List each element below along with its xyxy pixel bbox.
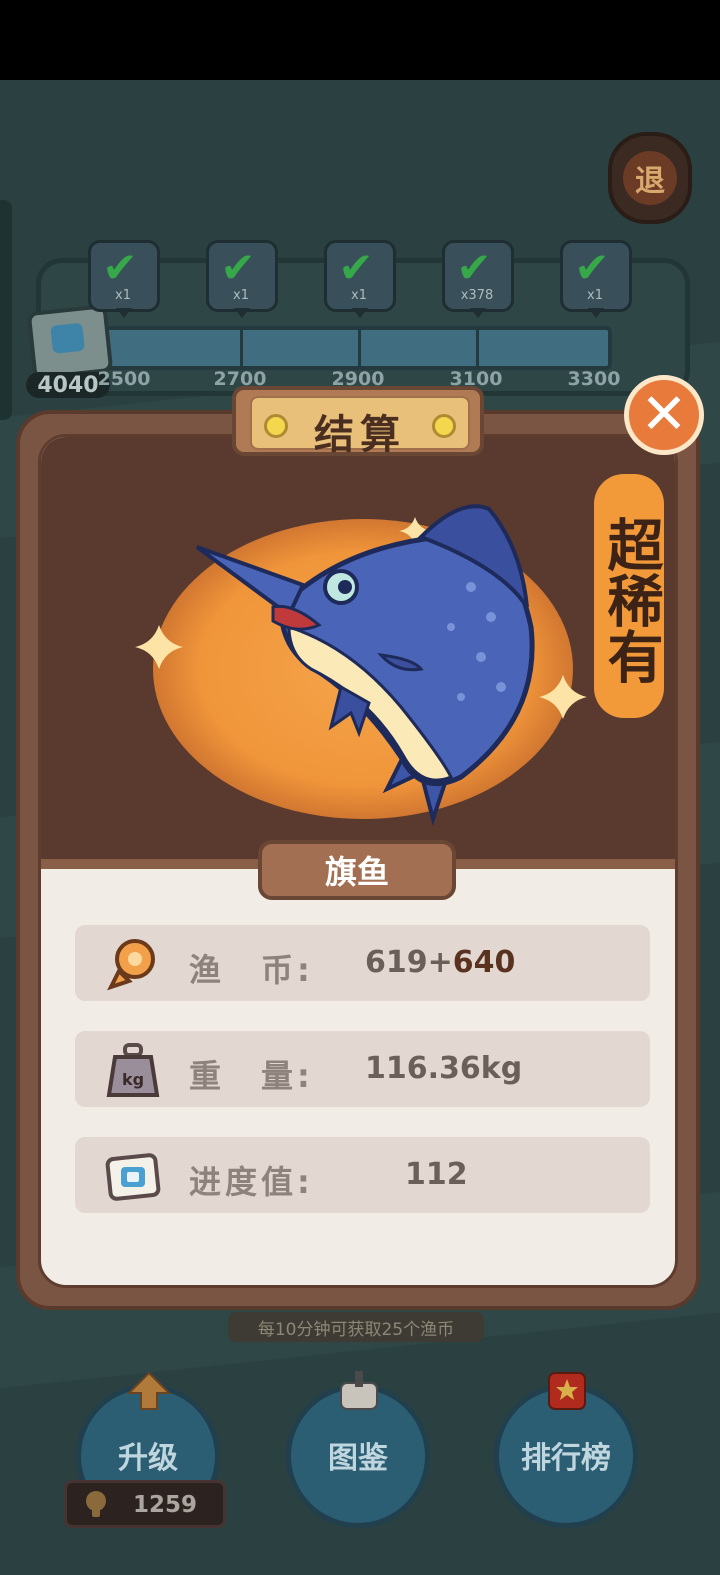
side-drawer-tab[interactable]: [0, 200, 12, 420]
milestone-pointer: [352, 308, 368, 318]
progress-divider: [476, 330, 479, 366]
check-icon: ✔: [456, 243, 492, 292]
reward-multiplier: x1: [233, 288, 249, 303]
coin-base-value: 619+: [365, 945, 453, 980]
reward-multiplier: x1: [587, 288, 603, 303]
dialog-title-plate: 结算: [232, 386, 484, 458]
milestone-pointer: [116, 308, 132, 318]
catalog-button[interactable]: 图鉴: [286, 1371, 430, 1528]
reward-multiplier: x1: [115, 288, 131, 303]
ranking-flag-icon: [545, 1371, 589, 1411]
weight-label: 重 量:: [189, 1057, 314, 1095]
exit-button[interactable]: 退: [608, 132, 692, 224]
coin-reward-row: 渔 币: 619+640: [75, 925, 650, 1001]
rivet-icon: [432, 414, 456, 438]
check-icon: ✔: [220, 243, 256, 292]
progress-fill: [104, 330, 608, 366]
catch-showcase: [41, 437, 675, 869]
sailfish-illustration: [135, 504, 587, 827]
milestone-reward[interactable]: ✔ x1: [88, 240, 160, 322]
close-icon: ✕: [640, 382, 688, 447]
rivet-icon: [264, 414, 288, 438]
status-bar: [0, 0, 720, 80]
progress-divider: [240, 330, 243, 366]
milestone-pointer: [470, 308, 486, 318]
milestone-reward[interactable]: ✔ x1: [324, 240, 396, 322]
milestone-label: 3300: [567, 368, 621, 390]
coin-balance-value: 1259: [133, 1492, 198, 1518]
check-icon: ✔: [574, 243, 610, 292]
rarity-label: 超稀有: [598, 516, 663, 684]
milestone-pointer: [588, 308, 604, 318]
catalog-label: 图鉴: [328, 1441, 388, 1476]
progress-bar: [100, 326, 612, 370]
upgrade-arrow-icon: [126, 1371, 172, 1411]
fish-coin-icon: [81, 1489, 111, 1519]
upgrade-label: 升级: [118, 1441, 178, 1476]
check-icon: ✔: [338, 243, 374, 292]
coin-balance: 1259: [64, 1480, 226, 1528]
ranking-label: 排行榜: [521, 1441, 611, 1476]
dialog-title: 结算: [314, 412, 406, 458]
weight-row: kg 重 量: 116.36kg: [75, 1031, 650, 1107]
progress-value-label: 进度值:: [189, 1163, 314, 1201]
coin-reward-value: 619+640: [365, 945, 515, 980]
fish-coin-icon: [105, 937, 161, 993]
progress-value-row: 进度值: 112: [75, 1137, 650, 1213]
weight-value: 116.36kg: [365, 1051, 523, 1086]
weight-kg-icon: kg: [105, 1043, 161, 1099]
catalog-icon: [337, 1371, 381, 1411]
progress-divider: [358, 330, 361, 366]
close-button[interactable]: ✕: [624, 375, 704, 455]
coin-bonus-value: 640: [452, 945, 516, 980]
svg-text:kg: kg: [122, 1070, 144, 1089]
rarity-badge: 超稀有: [594, 474, 664, 718]
fish-name-plate: 旗鱼: [258, 840, 456, 900]
milestone-pointer: [234, 308, 250, 318]
reward-multiplier: x1: [351, 288, 367, 303]
check-icon: ✔: [102, 243, 138, 292]
milestone-reward[interactable]: ✔ x1: [560, 240, 632, 322]
title-plate-inner: 结算: [250, 396, 470, 458]
milestone-label: 2500: [97, 368, 151, 390]
progress-ticket-icon: [105, 1149, 161, 1205]
milestone-reward[interactable]: ✔ x1: [206, 240, 278, 322]
ranking-button[interactable]: 排行榜: [494, 1372, 638, 1528]
milestone-reward[interactable]: ✔ x378: [442, 240, 514, 322]
reward-multiplier: x378: [460, 288, 494, 303]
exit-label: 退: [623, 151, 677, 205]
coin-timer-hint: 每10分钟可获取25个渔币: [228, 1312, 484, 1342]
progress-value: 112: [405, 1157, 468, 1192]
coin-reward-label: 渔 币:: [189, 951, 314, 989]
